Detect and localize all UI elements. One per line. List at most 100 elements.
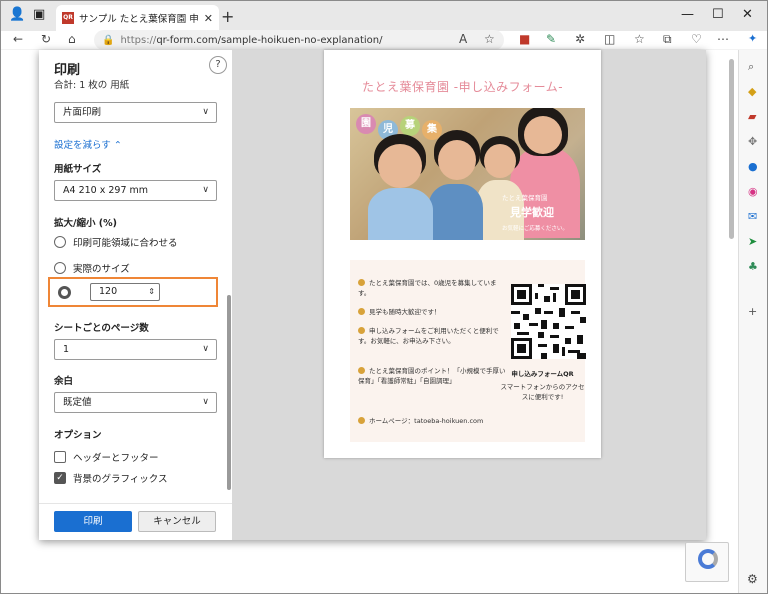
tools-icon[interactable]: ✥ <box>748 135 757 148</box>
read-aloud-icon[interactable]: A <box>459 32 467 46</box>
info-item-3: 申し込みフォームをご利用いただくと便利です。お気軽に、お申込み下さい。 <box>358 326 508 346</box>
address-bar[interactable]: 🔒 https://qr-form.com/sample-hoikuen-no-… <box>94 30 504 50</box>
child-right-face <box>484 144 516 178</box>
m365-icon[interactable]: ◉ <box>748 185 758 198</box>
search-icon[interactable]: ⌕ <box>748 60 754 74</box>
tab-active[interactable]: QR サンプル たとえ葉保育園 申し込み ✕ <box>56 5 219 31</box>
info-text-3: 申し込みフォームをご利用いただくと便利です。お気軽に、お申込み下さい。 <box>358 327 499 345</box>
scale-label: 拡大/縮小 (%) <box>54 218 117 229</box>
header-footer-checkbox[interactable]: ヘッダーとフッター <box>54 450 159 464</box>
favorites-icon[interactable]: ☆ <box>634 32 645 46</box>
page-scrollbar[interactable] <box>729 59 734 239</box>
settings-gear-icon[interactable]: ⚙ <box>747 572 758 586</box>
photo-note-text: お気軽にご応募ください。 <box>502 226 568 232</box>
extension-pdf-icon[interactable]: ■ <box>519 32 530 46</box>
smiley-icon <box>358 279 365 286</box>
settings-scrollbar[interactable] <box>227 295 231 490</box>
fewer-settings-link[interactable]: 設定を減らす ⌃ <box>54 137 122 151</box>
sides-value: 片面印刷 <box>63 107 102 118</box>
url-text: qr-form.com/sample-hoikuen-no-explanatio… <box>156 34 383 46</box>
pages-per-sheet-label: シートごとのページ数 <box>54 323 149 334</box>
margins-select[interactable]: 既定値 ∨ <box>54 392 217 413</box>
extensions-icon[interactable]: ✲ <box>575 32 585 46</box>
smiley-icon <box>358 417 365 424</box>
outlook-icon[interactable]: ✉ <box>748 210 757 223</box>
qr-subtext: スマートフォンからのアクセスに便利です! <box>500 383 585 401</box>
info-item-5: ホームページ：tatoeba-hoikuen.com <box>358 416 508 426</box>
browser-essentials-icon[interactable]: ♡ <box>691 32 702 46</box>
recaptcha-badge[interactable] <box>685 542 729 582</box>
tab-title: サンプル たとえ葉保育園 申し込み <box>79 14 199 25</box>
cancel-button[interactable]: キャンセル <box>138 511 216 532</box>
photo-event-text: 見学歓迎 <box>510 206 554 219</box>
profile-icon[interactable]: 👤 <box>9 7 25 22</box>
tab-actions-icon[interactable]: ▣ <box>33 7 45 22</box>
favorite-star-icon[interactable]: ☆ <box>484 32 495 46</box>
sides-select[interactable]: 片面印刷 ∨ <box>54 102 217 123</box>
child-middle-face <box>438 140 476 180</box>
split-screen-icon[interactable]: ◫ <box>604 32 615 46</box>
qr-favicon-icon: QR <box>62 12 74 24</box>
refresh-icon[interactable]: ↻ <box>41 32 51 46</box>
spinner-icon[interactable]: ⇕ <box>148 284 155 300</box>
menu-icon[interactable]: ⋯ <box>717 32 729 46</box>
collections-icon[interactable]: ⧉ <box>663 32 672 47</box>
options-label: オプション <box>54 430 102 441</box>
maximize-icon[interactable]: ☐ <box>712 7 724 22</box>
paper-size-select[interactable]: A4 210 x 297 mm ∨ <box>54 180 217 201</box>
extension-pen-icon[interactable]: ✎ <box>546 32 556 46</box>
tag-icon[interactable]: ◆ <box>748 85 756 98</box>
checkmark-icon: ✓ <box>54 472 66 484</box>
office-icon[interactable]: ● <box>748 160 758 173</box>
recaptcha-icon <box>698 549 718 569</box>
fit-radio[interactable]: 印刷可能領域に合わせる <box>54 235 178 249</box>
bubble-1: 園 <box>356 114 376 134</box>
pages-per-sheet-value: 1 <box>63 344 70 355</box>
adult-face <box>524 116 562 154</box>
background-graphics-label: 背景のグラフィックス <box>73 474 168 485</box>
info-text-1: たとえ葉保育園では、0歳児を募集しています。 <box>358 279 497 297</box>
child-middle <box>428 184 483 240</box>
drop-icon[interactable]: ➤ <box>748 235 757 248</box>
info-text-4: たとえ葉保育園のポイント！「小規模で手厚い保育」「看護師常駐」「自園調理」 <box>358 367 506 385</box>
minimize-icon[interactable]: — <box>681 7 694 22</box>
home-icon[interactable]: ⌂ <box>68 32 76 46</box>
chevron-down-icon: ∨ <box>202 344 209 354</box>
lock-icon: 🔒 <box>102 34 115 46</box>
close-window-icon[interactable]: ✕ <box>742 7 753 22</box>
actual-size-radio[interactable]: 実際のサイズ <box>54 261 130 275</box>
background-graphics-checkbox[interactable]: ✓ 背景のグラフィックス <box>54 471 168 485</box>
shopping-icon[interactable]: ▰ <box>748 110 756 123</box>
print-button[interactable]: 印刷 <box>54 511 132 532</box>
paper-size-value: A4 210 x 297 mm <box>63 185 149 196</box>
back-icon[interactable]: ← <box>13 32 23 46</box>
custom-scale-radio[interactable] <box>58 286 71 299</box>
fit-label: 印刷可能領域に合わせる <box>73 238 178 249</box>
smiley-icon <box>358 308 365 315</box>
smiley-icon <box>358 327 365 334</box>
new-tab-icon[interactable]: + <box>221 7 234 26</box>
margins-label: 余白 <box>54 376 74 387</box>
chevron-down-icon: ∨ <box>202 107 209 117</box>
print-dialog: 印刷 合計: 1 枚の 用紙 ? 片面印刷 ∨ 設定を減らす ⌃ 用紙サイズ A4… <box>39 50 706 540</box>
info-text-5: ホームページ：tatoeba-hoikuen.com <box>369 417 484 425</box>
add-sidebar-icon[interactable]: + <box>748 305 757 318</box>
help-icon[interactable]: ? <box>209 56 227 74</box>
close-tab-icon[interactable]: ✕ <box>204 12 213 25</box>
smiley-icon <box>358 367 365 374</box>
browser-window: 👤 ▣ QR サンプル たとえ葉保育園 申し込み ✕ + — ☐ ✕ ← ↻ ⌂… <box>0 0 768 594</box>
child-left <box>368 188 433 240</box>
copilot-icon[interactable]: ✦ <box>748 32 757 45</box>
tree-icon[interactable]: ♣ <box>748 260 758 273</box>
sheet-count: 合計: 1 枚の 用紙 <box>54 80 130 91</box>
info-item-2: 見学も随時大歓迎です！ <box>358 307 508 317</box>
print-preview-page: たとえ葉保育園 -申し込みフォーム- 園 児 募 集 たとえ葉保育園 見学歓迎 … <box>324 50 601 458</box>
pages-per-sheet-select[interactable]: 1 ∨ <box>54 339 217 360</box>
info-item-1: たとえ葉保育園では、0歳児を募集しています。 <box>358 278 508 298</box>
info-text-2: 見学も随時大歓迎です！ <box>369 308 441 316</box>
print-settings-panel: 印刷 合計: 1 枚の 用紙 ? 片面印刷 ∨ 設定を減らす ⌃ 用紙サイズ A4… <box>39 50 232 540</box>
custom-scale-highlight: 120 ⇕ <box>48 277 218 307</box>
paper-size-label: 用紙サイズ <box>54 164 102 175</box>
actual-size-label: 実際のサイズ <box>73 264 130 275</box>
scale-input[interactable]: 120 ⇕ <box>90 283 160 301</box>
